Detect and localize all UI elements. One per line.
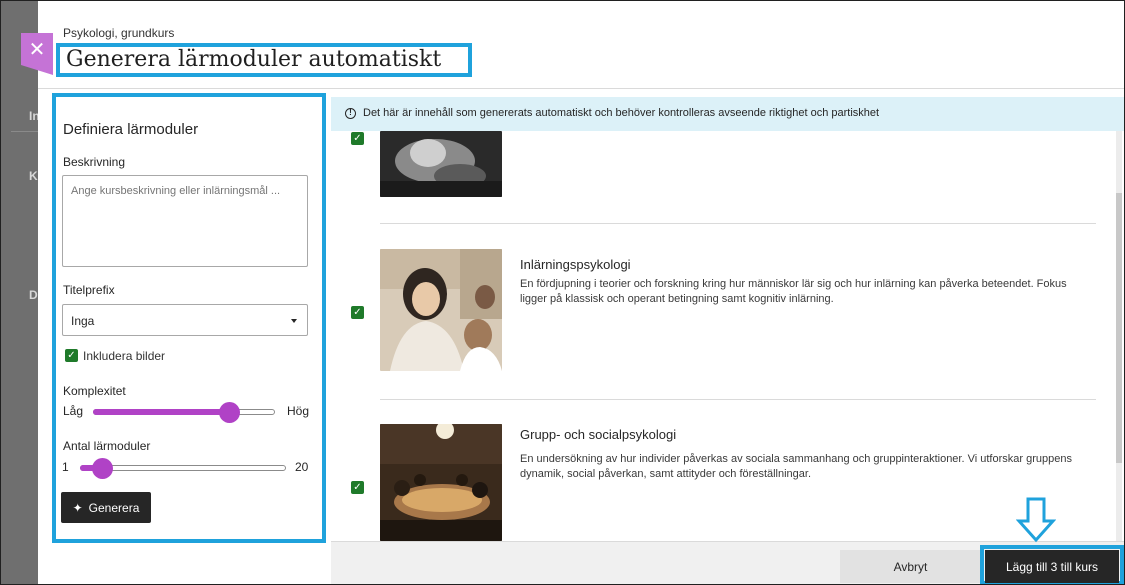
- module-count-slider-thumb[interactable]: [92, 458, 113, 479]
- background-divider: [11, 131, 41, 132]
- checkmark-icon: ✓: [353, 133, 362, 144]
- scrollbar-thumb[interactable]: [1116, 193, 1122, 463]
- content-scrollbar[interactable]: [1116, 131, 1122, 541]
- module-count-slider[interactable]: [80, 458, 286, 479]
- module-image: [380, 249, 502, 371]
- close-button[interactable]: ✕: [21, 33, 53, 65]
- arrow-down-icon: [1016, 497, 1056, 543]
- checkmark-icon: ✓: [67, 350, 76, 361]
- ai-notice-banner: ! Det här är innehåll som genererats aut…: [331, 97, 1124, 131]
- background-text: D: [29, 288, 38, 302]
- background-page: In K D: [1, 1, 41, 584]
- module-separator: [380, 399, 1096, 400]
- generate-button-label: Generera: [88, 500, 140, 515]
- title-prefix-label: Titelprefix: [63, 283, 115, 297]
- module-title: Inlärningspsykologi: [520, 257, 631, 272]
- module-description: En undersökning av hur individer påverka…: [520, 453, 1072, 480]
- add-to-course-button[interactable]: Lägg till 3 till kurs: [985, 550, 1119, 583]
- close-icon: ✕: [28, 38, 46, 61]
- chevron-down-icon: [291, 319, 297, 323]
- module-count-label: Antal lärmoduler: [63, 439, 151, 453]
- module-checkbox[interactable]: ✓: [351, 306, 364, 319]
- module-count-min: 1: [62, 460, 69, 474]
- module-count-max: 20: [295, 460, 309, 474]
- title-prefix-select[interactable]: Inga: [62, 304, 308, 336]
- module-title: Grupp- och socialpsykologi: [520, 427, 677, 442]
- generate-button[interactable]: ✦ Generera: [61, 492, 151, 523]
- description-field[interactable]: [62, 175, 308, 267]
- checkmark-icon: ✓: [353, 307, 362, 318]
- module-checkbox[interactable]: ✓: [351, 481, 364, 494]
- cancel-button[interactable]: Avbryt: [840, 550, 981, 583]
- complexity-slider[interactable]: [93, 402, 275, 423]
- sparkle-icon: ✦: [72, 500, 83, 515]
- module-image: [380, 131, 502, 197]
- title-prefix-value: Inga: [71, 314, 95, 328]
- course-name: Psykologi, grundkurs: [63, 26, 175, 40]
- include-images-label: Inkludera bilder: [83, 349, 166, 363]
- complexity-max-label: Hög: [287, 404, 310, 418]
- module-description: En fördjupning i teorier och forskning k…: [520, 278, 1067, 305]
- module-separator: [380, 223, 1096, 224]
- description-label: Beskrivning: [63, 155, 126, 169]
- module-image: [380, 424, 502, 541]
- background-text: K: [29, 169, 38, 183]
- info-icon: !: [345, 108, 356, 119]
- complexity-slider-fill: [93, 409, 230, 415]
- complexity-min-label: Låg: [63, 404, 84, 418]
- generated-modules-area: ! Det här är innehåll som genererats aut…: [331, 97, 1124, 541]
- complexity-slider-thumb[interactable]: [219, 402, 240, 423]
- close-button-flag: [21, 65, 53, 75]
- include-images-checkbox[interactable]: ✓: [65, 349, 78, 362]
- complexity-label: Komplexitet: [63, 384, 126, 398]
- form-heading: Definiera lärmoduler: [63, 121, 199, 138]
- page-title: Generera lärmoduler automatiskt: [66, 47, 442, 72]
- notice-text: Det här är innehåll som genererats autom…: [363, 107, 880, 119]
- module-checkbox[interactable]: ✓: [351, 132, 364, 145]
- checkmark-icon: ✓: [353, 482, 362, 493]
- header-divider: [38, 88, 1124, 89]
